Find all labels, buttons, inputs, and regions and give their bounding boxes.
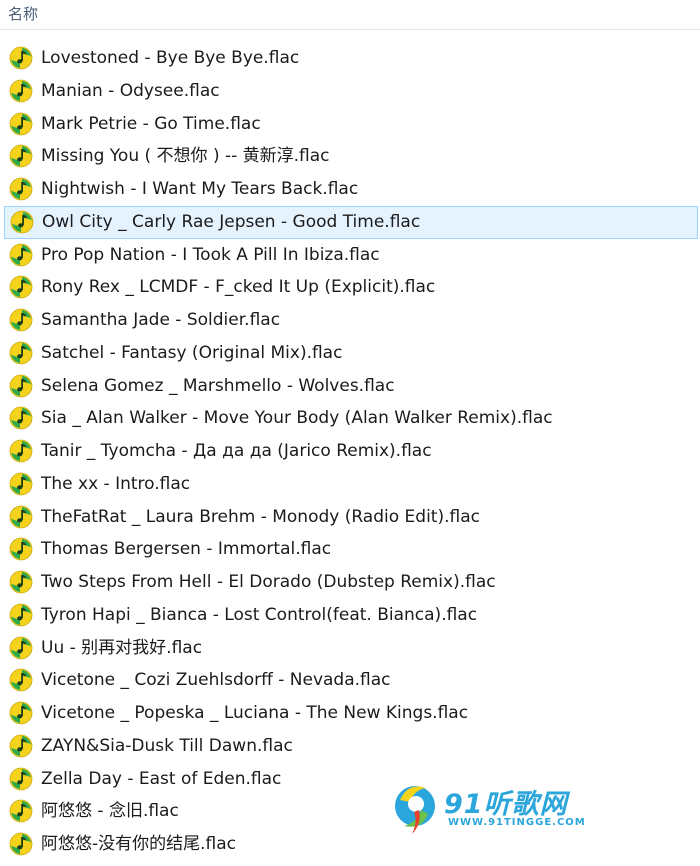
- file-row[interactable]: Samantha Jade - Soldier.flac: [0, 304, 700, 337]
- file-name: Rony Rex _ LCMDF - F_cked It Up (Explici…: [41, 277, 436, 298]
- audio-file-icon: [9, 112, 33, 135]
- audio-file-icon: [9, 406, 33, 430]
- file-row[interactable]: Nightwish - I Want My Tears Back.flac: [0, 173, 700, 206]
- audio-file-icon: [9, 308, 33, 332]
- file-row[interactable]: 阿悠悠-没有你的结尾.flac: [0, 828, 700, 861]
- file-row[interactable]: 阿悠悠 - 念旧.flac: [0, 795, 700, 828]
- watermark-url: WWW.91TINGGE.COM: [448, 817, 586, 828]
- file-name: Sia _ Alan Walker - Move Your Body (Alan…: [41, 408, 553, 429]
- file-name: Manian - Odysee.flac: [41, 80, 220, 101]
- file-name: Tanir _ Tyomcha - Да да да (Jarico Remix…: [41, 441, 432, 461]
- file-row[interactable]: Vicetone _ Cozi Zuehlsdorff - Nevada.fla…: [0, 664, 700, 697]
- file-row[interactable]: Tyron Hapi _ Bianca - Lost Control(feat.…: [0, 599, 700, 632]
- watermark-logo-icon: [391, 782, 439, 834]
- file-row[interactable]: Rony Rex _ LCMDF - F_cked It Up (Explici…: [0, 271, 700, 304]
- audio-file-icon: [9, 505, 33, 528]
- file-name: Vicetone _ Popeska _ Luciana - The New K…: [41, 703, 469, 723]
- audio-file-icon: [9, 701, 33, 725]
- audio-file-icon: [9, 636, 33, 659]
- file-name: Lovestoned - Bye Bye Bye.flac: [41, 48, 300, 68]
- audio-file-icon: [9, 144, 33, 168]
- file-row[interactable]: Vicetone _ Popeska _ Luciana - The New K…: [0, 697, 700, 730]
- file-row[interactable]: Pro Pop Nation - I Took A Pill In Ibiza.…: [0, 239, 700, 272]
- file-row[interactable]: Mark Petrie - Go Time.flac: [0, 108, 700, 141]
- file-name: Vicetone _ Cozi Zuehlsdorff - Nevada.fla…: [41, 670, 391, 691]
- audio-file-icon: [9, 341, 33, 365]
- audio-file-icon: [9, 668, 33, 692]
- audio-file-icon: [9, 275, 33, 299]
- file-name: Two Steps From Hell - El Dorado (Dubstep…: [41, 572, 496, 592]
- file-row[interactable]: The xx - Intro.flac: [0, 468, 700, 501]
- file-row[interactable]: Zella Day - East of Eden.flac: [0, 763, 700, 796]
- file-name: Samantha Jade - Soldier.flac: [41, 310, 281, 330]
- file-explorer-pane: 名称 Lovestoned - Bye Bye Bye.flac Manian -…: [0, 0, 700, 866]
- file-name: Nightwish - I Want My Tears Back.flac: [41, 179, 359, 199]
- file-name: Zella Day - East of Eden.flac: [41, 768, 282, 789]
- column-header-name[interactable]: 名称: [0, 0, 700, 30]
- audio-file-icon: [9, 374, 33, 397]
- audio-file-icon: [9, 767, 33, 790]
- file-list: Lovestoned - Bye Bye Bye.flac Manian - Od…: [0, 42, 700, 861]
- audio-file-icon: [10, 210, 34, 234]
- audio-file-icon: [9, 439, 33, 463]
- file-row[interactable]: Sia _ Alan Walker - Move Your Body (Alan…: [0, 402, 700, 435]
- file-name: Selena Gomez _ Marshmello - Wolves.flac: [41, 375, 395, 396]
- file-row[interactable]: Selena Gomez _ Marshmello - Wolves.flac: [0, 370, 700, 403]
- file-row[interactable]: ZAYN&Sia-Dusk Till Dawn.flac: [0, 730, 700, 763]
- file-name: Thomas Bergersen - Immortal.flac: [41, 539, 332, 560]
- audio-file-icon: [9, 472, 33, 496]
- audio-file-icon: [9, 46, 33, 70]
- audio-file-icon: [9, 799, 33, 823]
- audio-file-icon: [9, 79, 33, 103]
- audio-file-icon: [9, 734, 33, 758]
- file-row[interactable]: Uu - 别再对我好.flac: [0, 632, 700, 665]
- file-row[interactable]: Thomas Bergersen - Immortal.flac: [0, 533, 700, 566]
- audio-file-icon: [9, 537, 33, 561]
- file-name: Pro Pop Nation - I Took A Pill In Ibiza.…: [41, 244, 380, 265]
- file-name: 阿悠悠-没有你的结尾.flac: [41, 834, 237, 854]
- file-row[interactable]: Two Steps From Hell - El Dorado (Dubstep…: [0, 566, 700, 599]
- file-row[interactable]: Tanir _ Tyomcha - Да да да (Jarico Remix…: [0, 435, 700, 468]
- file-name: 阿悠悠 - 念旧.flac: [41, 801, 179, 822]
- audio-file-icon: [9, 177, 33, 201]
- file-name: Mark Petrie - Go Time.flac: [41, 113, 261, 134]
- file-name: Owl City _ Carly Rae Jepsen - Good Time.…: [42, 211, 421, 232]
- file-name: TheFatRat _ Laura Brehm - Monody (Radio …: [41, 506, 480, 527]
- file-name: ZAYN&Sia-Dusk Till Dawn.flac: [41, 735, 293, 756]
- audio-file-icon: [9, 603, 33, 627]
- file-row[interactable]: Satchel - Fantasy (Original Mix).flac: [0, 337, 700, 370]
- watermark: 91听歌网 WWW.91TINGGE.COM: [388, 776, 588, 846]
- file-name: Missing You ( 不想你 ) -- 黄新淳.flac: [41, 146, 330, 167]
- file-row[interactable]: Lovestoned - Bye Bye Bye.flac: [0, 42, 700, 75]
- file-name: The xx - Intro.flac: [41, 473, 191, 494]
- watermark-title: 91听歌网: [444, 789, 568, 820]
- audio-file-icon: [9, 832, 33, 856]
- file-row[interactable]: Manian - Odysee.flac: [0, 75, 700, 108]
- audio-file-icon: [9, 570, 33, 594]
- file-name: Satchel - Fantasy (Original Mix).flac: [41, 342, 343, 363]
- file-name: Tyron Hapi _ Bianca - Lost Control(feat.…: [41, 604, 478, 625]
- file-row[interactable]: Owl City _ Carly Rae Jepsen - Good Time.…: [4, 205, 698, 239]
- file-row[interactable]: TheFatRat _ Laura Brehm - Monody (Radio …: [0, 501, 700, 534]
- file-name: Uu - 别再对我好.flac: [41, 637, 203, 658]
- audio-file-icon: [9, 243, 33, 266]
- column-header-label: 名称: [8, 5, 39, 23]
- file-row[interactable]: Missing You ( 不想你 ) -- 黄新淳.flac: [0, 140, 700, 173]
